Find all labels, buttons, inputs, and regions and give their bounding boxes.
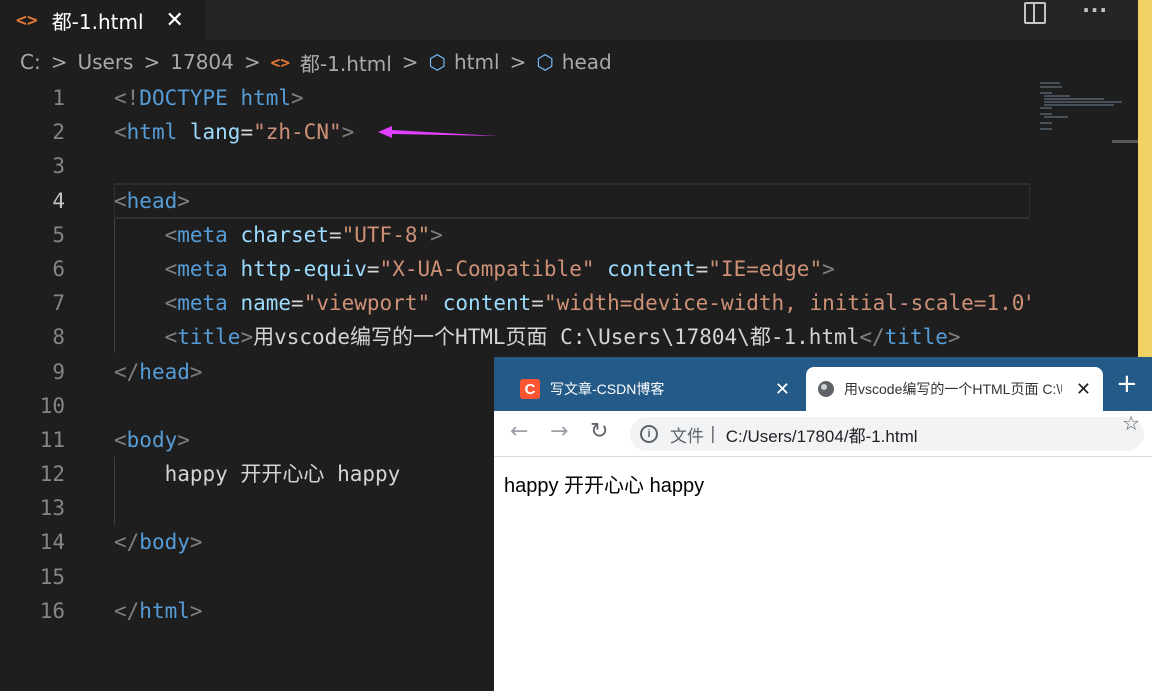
- minimap-line: [1044, 101, 1122, 103]
- code-line-4[interactable]: <head>: [114, 182, 1030, 219]
- page-body-text: happy 开开心心 happy: [504, 475, 705, 497]
- symbol-element-icon: ⬡: [536, 50, 554, 74]
- close-icon[interactable]: ✕: [166, 8, 184, 33]
- code-line-5[interactable]: <meta charset="UTF-8">: [114, 218, 1030, 252]
- minimap-line: [1044, 98, 1104, 100]
- line-number: 13: [39, 496, 65, 521]
- more-actions-icon[interactable]: ···: [1082, 0, 1108, 24]
- info-icon[interactable]: i: [640, 425, 658, 443]
- minimap-line: [1040, 86, 1062, 88]
- line-number: 8: [52, 325, 65, 350]
- breadcrumb-item-html[interactable]: html: [454, 50, 500, 74]
- code-line-1[interactable]: <!DOCTYPE html>: [114, 81, 1030, 115]
- line-number: 5: [52, 222, 65, 247]
- html-file-icon: <>: [270, 52, 290, 72]
- address-bar[interactable]: i 文件 | C:/Users/17804/都-1.html: [630, 417, 1144, 451]
- minimap-line: [1040, 82, 1060, 84]
- line-number: 10: [39, 393, 65, 418]
- code-line-6[interactable]: <meta http-equiv="X-UA-Compatible" conte…: [114, 252, 1030, 286]
- line-number: 11: [39, 427, 65, 452]
- minimap-line: [1044, 116, 1068, 118]
- browser-toolbar: ← → ↻ i 文件 | C:/Users/17804/都-1.html ☆: [494, 411, 1152, 457]
- address-scheme-label: 文件: [670, 426, 704, 446]
- browser-tab-title: 用vscode编写的一个HTML页面 C:\Users\17804\都-1.ht…: [844, 381, 1062, 397]
- browser-tab-csdn[interactable]: C 写文章-CSDN博客 ✕: [508, 367, 798, 411]
- html-file-icon: <>: [16, 9, 38, 31]
- globe-icon: [818, 381, 834, 397]
- chevron-right-icon: >: [509, 50, 527, 74]
- line-number: 14: [39, 530, 65, 555]
- minimap-line: [1040, 113, 1052, 115]
- line-number: 15: [39, 564, 65, 589]
- chevron-right-icon: >: [50, 50, 68, 74]
- minimap-line: [1040, 128, 1052, 130]
- minimap-line: [1044, 95, 1070, 97]
- browser-tab-title: 写文章-CSDN博客: [550, 381, 665, 397]
- line-number: 1: [52, 86, 65, 110]
- minimap-line: [1040, 92, 1052, 94]
- address-url[interactable]: C:/Users/17804/都-1.html: [726, 422, 918, 447]
- chevron-right-icon: >: [143, 50, 161, 74]
- line-number: 6: [52, 256, 65, 281]
- close-tab-icon[interactable]: ✕: [1076, 379, 1091, 400]
- code-line-7[interactable]: <meta name="viewport" content="width=dev…: [114, 286, 1030, 320]
- browser-tab-active[interactable]: 用vscode编写的一个HTML页面 C:\Users\17804\都-1.ht…: [806, 367, 1103, 411]
- browser-window: C 写文章-CSDN博客 ✕ 用vscode编写的一个HTML页面 C:\Use…: [494, 357, 1152, 691]
- line-number: 9: [52, 359, 65, 384]
- minimap-line: [1040, 107, 1052, 109]
- line-number: 3: [52, 154, 65, 179]
- editor-tab-file[interactable]: <> 都-1.html ✕: [0, 0, 206, 40]
- breadcrumb-item-users[interactable]: Users: [77, 50, 133, 74]
- line-number-active: 4: [52, 188, 65, 213]
- code-line-3[interactable]: [114, 149, 1030, 183]
- breadcrumb-item-file[interactable]: 都-1.html: [300, 48, 392, 77]
- breadcrumb-item-drive[interactable]: C:: [20, 50, 41, 74]
- reload-icon[interactable]: ↻: [590, 419, 608, 444]
- line-number: 16: [39, 598, 65, 623]
- breadcrumb-item-head[interactable]: head: [562, 50, 612, 74]
- line-number: 7: [52, 291, 65, 316]
- browser-page-content: happy 开开心心 happy: [494, 457, 1152, 691]
- minimap-line: [1044, 104, 1114, 106]
- bookmark-star-icon[interactable]: ☆: [1122, 411, 1140, 435]
- csdn-logo-icon: C: [520, 379, 540, 399]
- close-tab-icon[interactable]: ✕: [775, 379, 790, 400]
- chevron-right-icon: >: [401, 50, 419, 74]
- chevron-right-icon: >: [243, 50, 261, 74]
- breadcrumb-item-user-folder[interactable]: 17804: [170, 50, 234, 74]
- line-number: 2: [52, 120, 65, 145]
- annotation-arrow: [378, 126, 498, 138]
- address-divider: |: [710, 424, 716, 444]
- split-editor-icon[interactable]: [1024, 2, 1047, 24]
- editor-tab-bar: <> 都-1.html ✕ ···: [0, 0, 1138, 40]
- forward-icon[interactable]: →: [550, 419, 568, 444]
- back-icon[interactable]: ←: [510, 419, 528, 444]
- symbol-element-icon: ⬡: [428, 50, 446, 74]
- breadcrumb: C: > Users > 17804 > <> 都-1.html > ⬡ htm…: [20, 46, 612, 78]
- overview-ruler-marker: [1112, 140, 1138, 143]
- line-number-gutter: 1 2 3 4 5 6 7 8 9 10 11 12 13 14 15 16: [0, 81, 78, 628]
- editor-tab-label: 都-1.html: [51, 9, 144, 34]
- line-number: 12: [39, 462, 65, 487]
- minimap-line: [1040, 122, 1052, 124]
- browser-tab-strip: C 写文章-CSDN博客 ✕ 用vscode编写的一个HTML页面 C:\Use…: [494, 357, 1152, 411]
- new-tab-button[interactable]: +: [1116, 369, 1138, 399]
- code-line-2[interactable]: <html lang="zh-CN">: [114, 115, 1030, 149]
- editor-actions: ···: [1024, 0, 1108, 24]
- code-line-8[interactable]: <title>用vscode编写的一个HTML页面 C:\Users\17804…: [114, 320, 1030, 354]
